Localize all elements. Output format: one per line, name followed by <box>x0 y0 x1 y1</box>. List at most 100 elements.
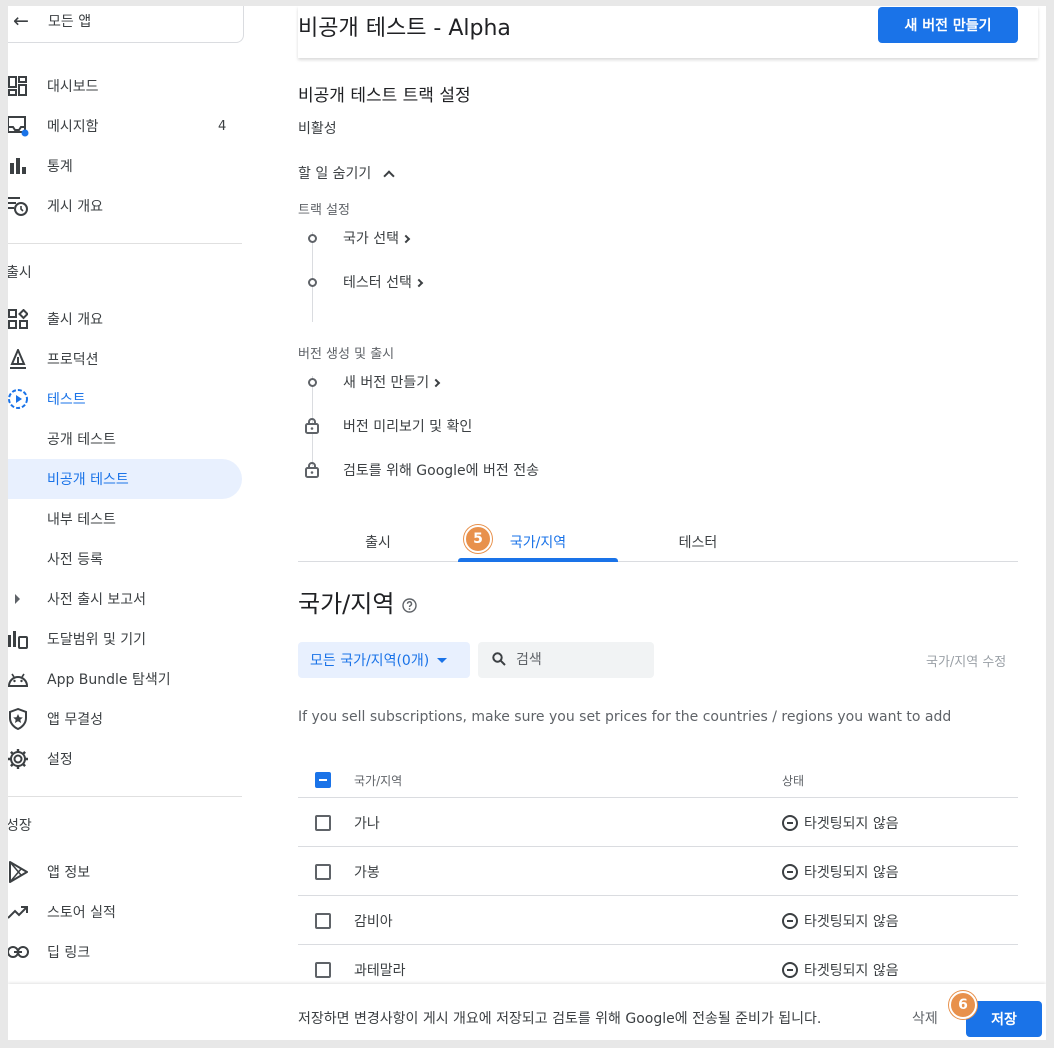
release-overview-icon <box>8 307 30 331</box>
sidebar-item-label: 프로덕션 <box>47 352 99 368</box>
row-checkbox[interactable] <box>315 864 331 880</box>
bar-chart-icon <box>8 154 30 178</box>
countries-heading: 국가/지역 <box>298 584 418 619</box>
sidebar-item-closed-testing[interactable]: 비공개 테스트 <box>8 459 242 499</box>
sidebar-item-deep-links[interactable]: 딥 링크 <box>8 932 242 972</box>
step-label: 테스터 선택 <box>343 275 412 291</box>
sidebar-item-open-testing[interactable]: 공개 테스트 <box>8 419 242 459</box>
sidebar-item-label: 설정 <box>47 752 73 768</box>
sidebar-item-publishing-overview[interactable]: 게시 개요 <box>8 186 242 226</box>
sidebar-item-internal-testing[interactable]: 내부 테스트 <box>8 499 242 539</box>
back-label: 모든 앱 <box>48 14 92 30</box>
arrow-left-icon: ← <box>13 9 29 32</box>
production-icon <box>8 347 30 371</box>
tab-releases[interactable]: 출시 <box>298 522 458 562</box>
status-text: 타겟팅되지 않음 <box>804 963 899 979</box>
create-new-release-button[interactable]: 새 버전 만들기 <box>878 7 1018 43</box>
track-settings-title: 비공개 테스트 트랙 설정 <box>298 86 471 106</box>
sidebar-item-label: 앱 정보 <box>47 865 91 881</box>
chevron-up-icon <box>383 169 395 182</box>
sidebar-item-label: 사전 출시 보고서 <box>47 592 147 608</box>
country-filter-dropdown[interactable]: 모든 국가/지역(0개) <box>298 642 470 678</box>
android-icon <box>8 667 30 691</box>
inbox-icon <box>8 114 30 138</box>
link-icon <box>8 940 30 964</box>
sidebar-item-label: 통계 <box>47 159 73 175</box>
search-input[interactable] <box>516 652 636 668</box>
sidebar-item-label: 비공개 테스트 <box>47 472 129 488</box>
sidebar-item-inbox[interactable]: 메시지함 4 <box>8 106 242 146</box>
step-marker: 5 <box>464 525 492 553</box>
app-frame: ← 모든 앱 대시보드 메시지함 4 통계 게시 개요 출시 출시 개요 프로덕… <box>8 6 1046 1040</box>
sidebar-item-app-integrity[interactable]: 앱 무결성 <box>8 699 242 739</box>
status-text: 타겟팅되지 않음 <box>804 865 899 881</box>
footer-message: 저장하면 변경사항이 게시 개요에 저장되고 검토를 위해 Google에 전송… <box>298 1011 822 1027</box>
sidebar-item-testing[interactable]: 테스트 <box>8 379 242 419</box>
column-header-status: 상태 <box>782 774 805 788</box>
delete-button[interactable]: 삭제 <box>912 1008 938 1028</box>
step-marker: 6 <box>949 991 977 1019</box>
step-group-create-release: 버전 생성 및 출시 <box>298 347 395 362</box>
save-footer: 저장하면 변경사항이 게시 개요에 저장되고 검토를 위해 Google에 전송… <box>8 984 1046 1040</box>
sidebar-item-label: 내부 테스트 <box>47 512 116 528</box>
sidebar-item-label: 딥 링크 <box>47 945 91 961</box>
main-content: 비공개 테스트 - Alpha 새 버전 만들기 비공개 테스트 트랙 설정 비… <box>298 6 1038 1040</box>
country-name: 가봉 <box>354 865 380 881</box>
sidebar-item-label: 앱 무결성 <box>47 712 103 728</box>
column-header-country: 국가/지역 <box>354 774 403 788</box>
sidebar-item-pre-launch-report[interactable]: 사전 출시 보고서 <box>8 579 242 619</box>
sidebar-item-label: 테스트 <box>47 392 86 408</box>
help-icon[interactable] <box>402 591 418 619</box>
country-status: 타겟팅되지 않음 <box>782 862 899 882</box>
back-to-all-apps[interactable]: ← 모든 앱 <box>8 6 244 43</box>
sidebar-item-label: 스토어 실적 <box>47 905 116 921</box>
subscription-info-text: If you sell subscriptions, make sure you… <box>298 709 952 725</box>
sidebar-item-pre-registration[interactable]: 사전 등록 <box>8 539 242 579</box>
row-checkbox[interactable] <box>315 815 331 831</box>
sidebar-item-settings[interactable]: 설정 <box>8 739 242 779</box>
step-label: 국가 선택 <box>343 231 399 247</box>
step-label: 버전 미리보기 및 확인 <box>343 419 473 435</box>
hide-todo-toggle[interactable]: 할 일 숨기기 <box>298 163 395 183</box>
row-checkbox[interactable] <box>315 913 331 929</box>
row-checkbox[interactable] <box>315 962 331 978</box>
country-search[interactable] <box>478 642 654 678</box>
trending-icon <box>8 900 30 924</box>
filter-label: 모든 국가/지역(0개) <box>310 653 430 669</box>
not-targeted-icon <box>782 864 798 880</box>
not-targeted-icon <box>782 913 798 929</box>
search-icon <box>492 651 506 670</box>
not-targeted-icon <box>782 815 798 831</box>
inbox-count-badge: 4 <box>218 118 227 134</box>
lock-icon <box>305 417 319 438</box>
sidebar-item-app-bundle-explorer[interactable]: App Bundle 탐색기 <box>8 659 242 699</box>
sidebar-item-store-performance[interactable]: 스토어 실적 <box>8 892 242 932</box>
not-targeted-icon <box>782 962 798 978</box>
sidebar-item-label: 사전 등록 <box>47 552 103 568</box>
testing-icon <box>8 387 30 411</box>
select-all-checkbox[interactable] <box>315 772 331 788</box>
sidebar-item-label: 공개 테스트 <box>47 432 116 448</box>
tab-bar: 출시 국가/지역 테스터 <box>298 522 1018 562</box>
tab-testers[interactable]: 테스터 <box>618 522 778 562</box>
step-circle-icon <box>308 278 317 287</box>
sidebar-item-label: 대시보드 <box>47 79 99 95</box>
sidebar-item-dashboard[interactable]: 대시보드 <box>8 66 242 106</box>
track-status: 비활성 <box>298 121 337 137</box>
play-icon <box>8 860 30 884</box>
status-text: 타겟팅되지 않음 <box>804 816 899 832</box>
expand-caret-icon[interactable] <box>15 594 20 604</box>
status-text: 타겟팅되지 않음 <box>804 914 899 930</box>
sidebar-item-app-info[interactable]: 앱 정보 <box>8 852 242 892</box>
sidebar-item-label: 도달범위 및 기기 <box>47 632 147 648</box>
sidebar-item-statistics[interactable]: 통계 <box>8 146 242 186</box>
sidebar-item-production[interactable]: 프로덕션 <box>8 339 242 379</box>
edit-countries-link[interactable]: 국가/지역 수정 <box>926 651 1006 670</box>
section-grow: 성장 <box>8 818 32 834</box>
sidebar-item-reach-devices[interactable]: 도달범위 및 기기 <box>8 619 242 659</box>
sidebar-divider <box>8 796 242 797</box>
country-status: 타겟팅되지 않음 <box>782 960 899 980</box>
save-button[interactable]: 저장 <box>966 1001 1042 1037</box>
country-name: 감비아 <box>354 914 393 930</box>
sidebar-item-release-overview[interactable]: 출시 개요 <box>8 299 242 339</box>
